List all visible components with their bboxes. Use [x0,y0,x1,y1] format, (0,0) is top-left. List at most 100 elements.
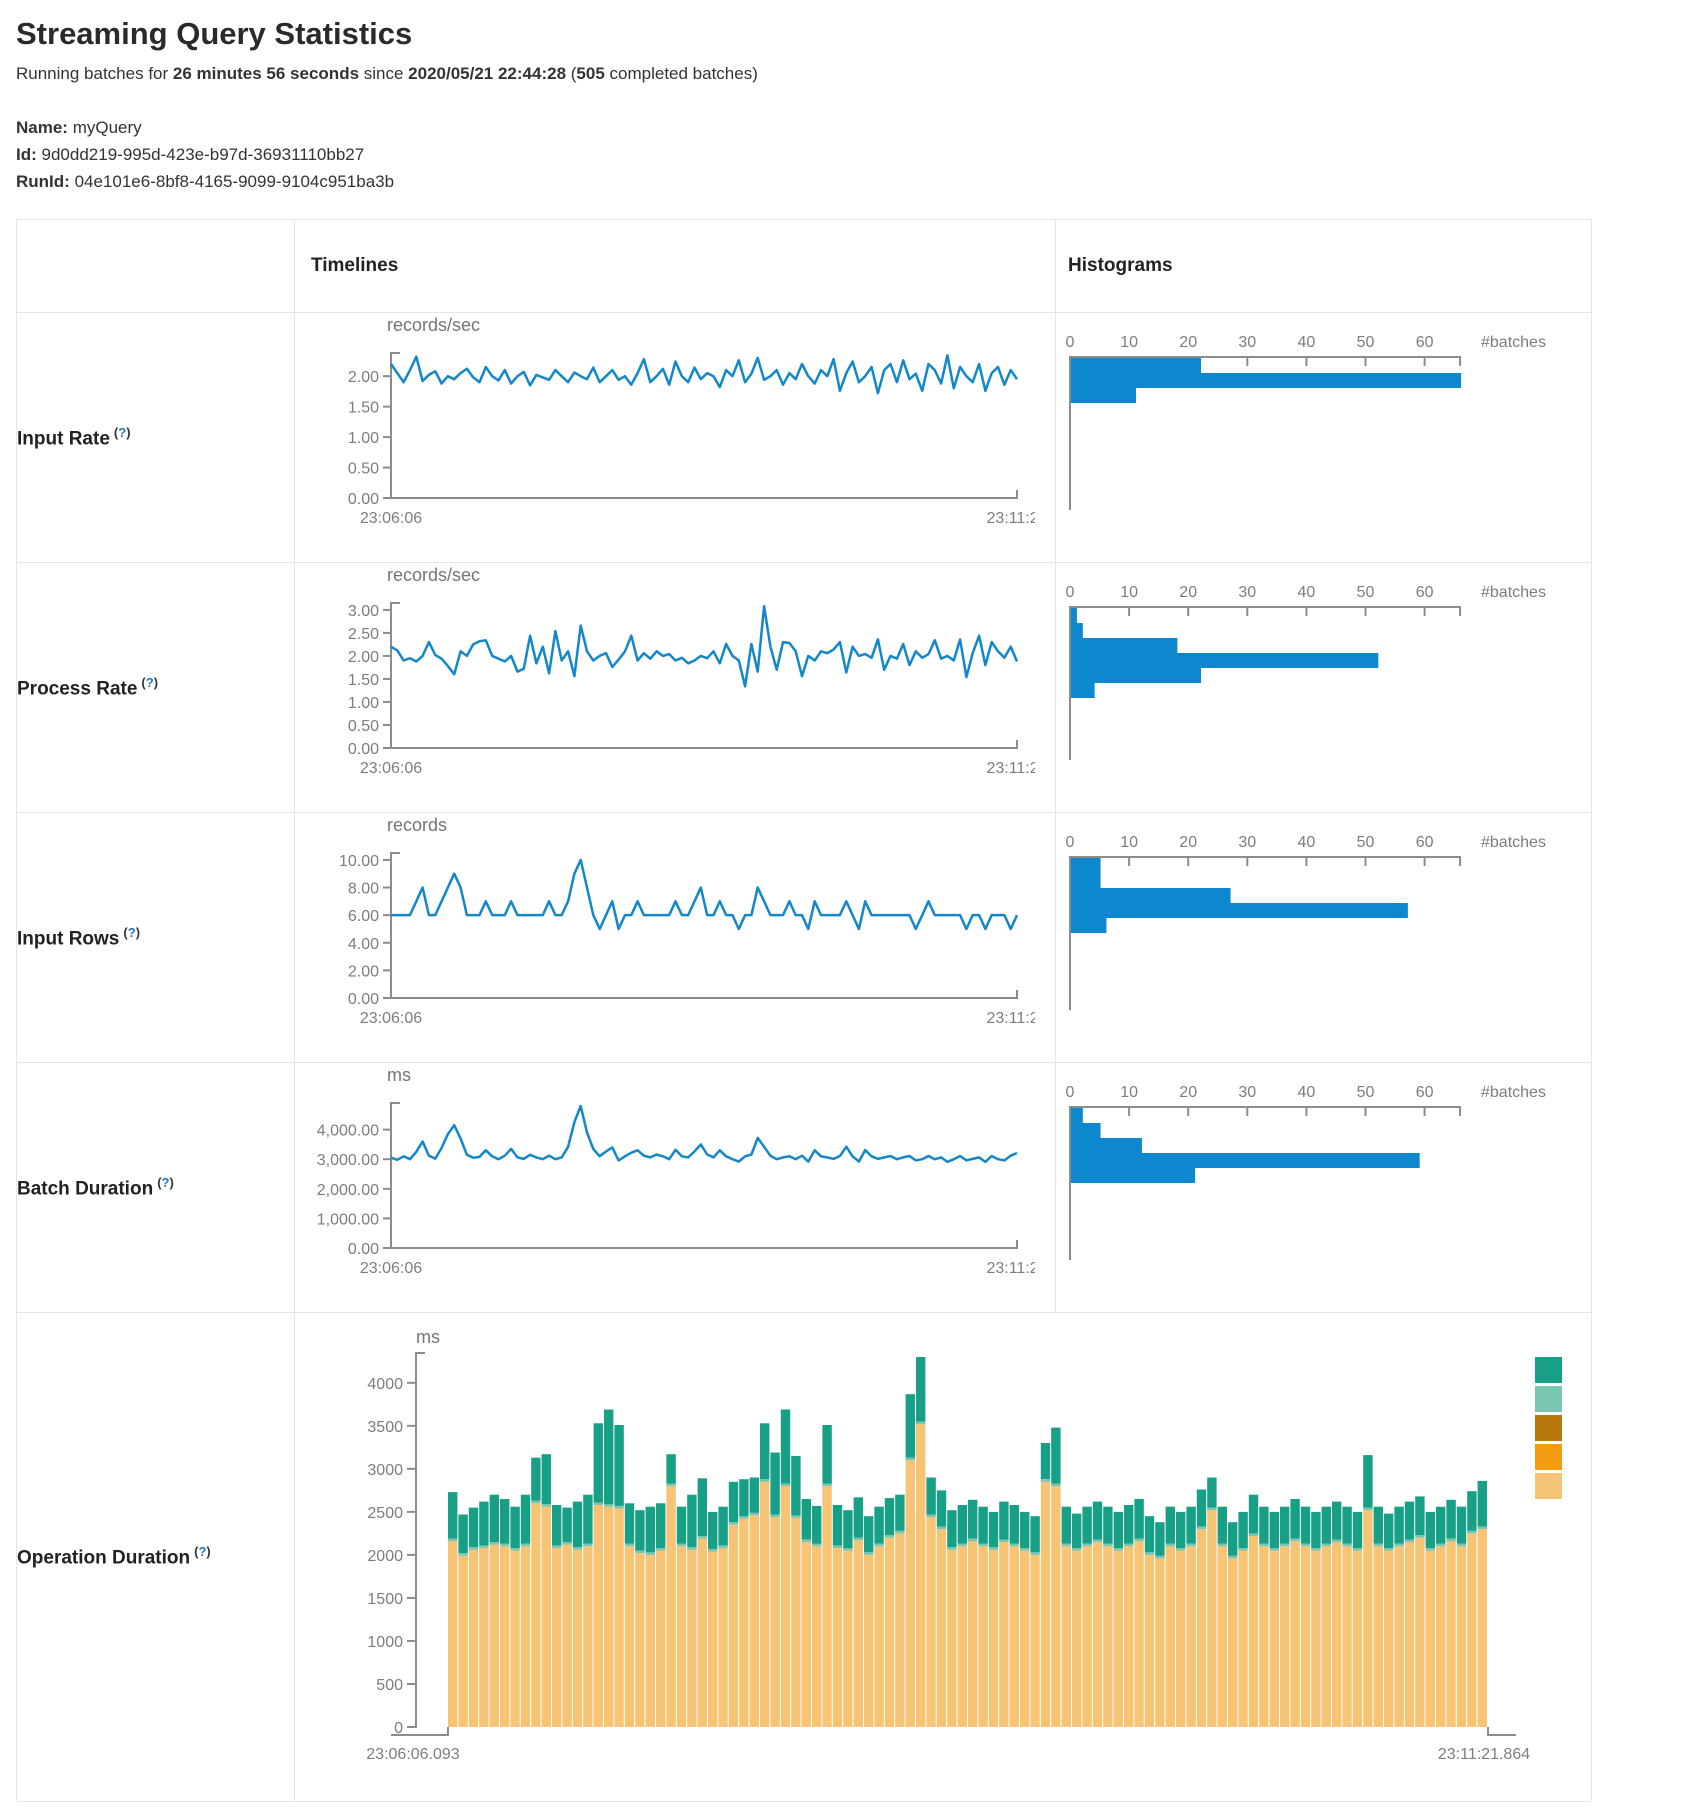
stacked-bar-segment-base-tan [656,1551,665,1727]
stacked-bar-segment-base-tan [1134,1541,1143,1727]
stacked-bar-segment-base-tan [760,1482,769,1727]
stacked-bar-segment-base-tan [1020,1551,1029,1727]
batches-axis-label: #batches [1481,834,1546,851]
stacked-bar-segment-base-tan [770,1517,779,1727]
axis-tick-label: 2.50 [348,626,379,643]
completed-count: 505 [576,64,604,83]
stacked-bar-segment-mid-light-teal [833,1545,842,1548]
stacked-bar-segment-mid-light-teal [1311,1548,1320,1551]
stacked-bar-segment-top-teal [1342,1507,1351,1544]
stacked-bar-segment-top-teal [802,1499,811,1539]
histogram-bar [1071,918,1106,933]
stacked-bar-segment-top-teal [739,1479,748,1516]
stacked-bar-segment-base-tan [531,1503,540,1727]
stacked-bar-segment-base-tan [1051,1486,1060,1727]
stacked-bar-segment-base-tan [479,1548,488,1727]
stacked-bar-segment-base-tan [708,1552,717,1728]
name-label: Name: [16,118,68,137]
axis-tick-label: 10 [1120,1084,1138,1101]
stacked-bar-segment-mid-light-teal [1082,1544,1091,1547]
stacked-bar-segment-mid-light-teal [1197,1527,1206,1530]
stacked-bar-segment-base-tan [1290,1541,1299,1727]
stacked-bar-segment-base-tan [666,1486,675,1727]
stacked-bar-segment-base-tan [562,1545,571,1727]
stacked-bar-segment-top-teal [1457,1507,1466,1544]
stacked-bar-segment-base-tan [989,1550,998,1727]
stacked-bar-segment-top-teal [843,1510,852,1548]
stacked-bar-segment-top-teal [625,1503,634,1543]
axis-tick-label: 0.00 [348,491,379,508]
stacked-bar-segment-top-teal [1426,1512,1435,1548]
input-rows-label-cell: Input Rows (?) [17,813,295,1063]
stacked-bar-segment-base-tan [1405,1542,1414,1727]
query-runid-line: RunId: 04e101e6-8bf8-4165-9099-9104c951b… [16,168,1677,195]
axis-tick-label: 20 [1179,1084,1197,1101]
stacked-bar-segment-top-teal [510,1507,519,1548]
stacked-bar-segment-base-tan [677,1546,686,1727]
stacked-bar-segment-top-teal [978,1507,987,1544]
axis-tick-label: 30 [1238,1084,1256,1101]
histogram-bar [1071,358,1201,373]
input-rows-label: Input Rows [17,928,119,949]
axis-tick-label: 500 [376,1677,403,1694]
axis-tick-label: 1,000.00 [317,1211,379,1228]
stacked-bar-segment-top-teal [1249,1495,1258,1534]
stacked-bar-segment-top-teal [1186,1507,1195,1544]
stacked-bar-segment-base-tan [1093,1542,1102,1727]
stacked-bar-segment-top-teal [469,1508,478,1548]
stacked-bar-segment-mid-light-teal [1176,1548,1185,1551]
stacked-bar-segment-top-teal [822,1425,831,1484]
process-rate-help-icon[interactable]: (?) [141,675,158,690]
stacked-bar-segment-mid-light-teal [1363,1508,1372,1511]
stacked-bar-segment-base-tan [1394,1546,1403,1727]
runid-label: RunId: [16,172,70,191]
stacked-bar-segment-base-tan [614,1508,623,1727]
stacked-bar-segment-mid-light-teal [1020,1548,1029,1551]
stacked-bar-segment-mid-light-teal [708,1549,717,1552]
stacked-bar-segment-base-tan [1124,1546,1133,1727]
stacked-bar-segment-top-teal [1446,1500,1455,1539]
stacked-bar-segment-mid-light-teal [1238,1548,1247,1551]
start-time: 2020/05/21 22:44:28 [408,64,566,83]
input-rate-help-icon[interactable]: (?) [114,425,131,440]
running-duration: 26 minutes 56 seconds [173,64,359,83]
stacked-bar-segment-top-teal [1103,1507,1112,1544]
stacked-bar-segment-top-teal [1062,1507,1071,1544]
stacked-bar-segment-base-tan [594,1505,603,1727]
axis-tick-label: 2.00 [348,649,379,666]
axis-tick-label: 2,000.00 [317,1182,379,1199]
axis-tick-label: 50 [1357,1084,1375,1101]
histogram-bar [1071,653,1378,668]
stacked-bar-segment-top-teal [718,1507,727,1546]
stacked-bar-segment-top-teal [1082,1507,1091,1544]
stacked-bar-segment-top-teal [646,1507,655,1553]
stacked-bar-segment-top-teal [989,1512,998,1547]
stacked-bar-segment-mid-light-teal [573,1547,582,1550]
input-rows-timeline-chart: records10.008.006.004.002.000.0023:06:06… [295,813,1035,1029]
stacked-bar-segment-base-tan [1311,1551,1320,1727]
axis-tick-label: 1500 [367,1591,403,1608]
stacked-bar-segment-mid-light-teal [916,1422,925,1425]
stacked-bar-segment-base-tan [906,1460,915,1727]
operation-duration-help-icon[interactable]: (?) [194,1544,211,1559]
axis-tick-label: 0 [1066,334,1075,351]
batch-duration-label: Batch Duration [17,1178,153,1199]
stacked-bar-segment-top-teal [708,1512,717,1549]
histogram-bar [1071,388,1136,403]
stacked-bar-segment-mid-light-teal [1051,1484,1060,1487]
stacked-bar-segment-top-teal [583,1495,592,1544]
axis-tick-label: 10 [1120,584,1138,601]
stacked-bar-segment-base-tan [1041,1482,1050,1727]
stacked-bar-segment-base-tan [583,1546,592,1727]
stacked-bar-segment-mid-light-teal [510,1548,519,1551]
batch-duration-help-icon[interactable]: (?) [157,1175,174,1190]
stacked-bar-segment-mid-light-teal [999,1539,1008,1542]
stacked-bar-segment-top-teal [542,1454,551,1504]
stacked-bar-segment-mid-light-teal [1114,1548,1123,1551]
input-rows-help-icon[interactable]: (?) [123,925,140,940]
y-axis [391,603,399,748]
stacked-bar-segment-mid-light-teal [729,1522,738,1525]
stacked-bar-segment-base-tan [791,1518,800,1727]
stacked-bar-segment-base-tan [1197,1529,1206,1727]
stacked-bar-segment-mid-light-teal [978,1544,987,1547]
